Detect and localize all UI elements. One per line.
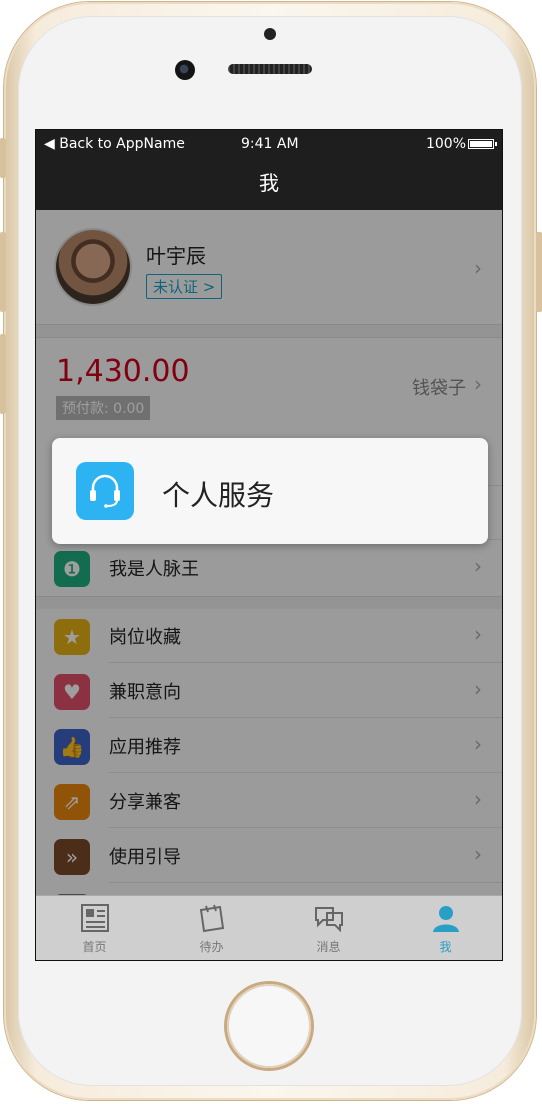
notes-icon [196, 902, 228, 934]
headset-icon [76, 462, 134, 520]
tab-label: 我 [439, 940, 452, 954]
tab-label: 消息 [316, 940, 341, 954]
news-icon [79, 902, 111, 934]
status-time: 9:41 AM [241, 136, 299, 152]
battery-percent: 100% [425, 136, 466, 152]
tab-home[interactable]: 首页 [36, 896, 153, 960]
user-icon [430, 902, 462, 934]
chat-icon [313, 902, 345, 934]
volume-up-button [0, 232, 6, 312]
dim-overlay[interactable] [36, 210, 502, 898]
mute-switch [0, 138, 6, 178]
back-label: Back to AppName [59, 136, 185, 152]
nav-bar: 我 [36, 158, 502, 210]
tab-me[interactable]: 我 [387, 896, 502, 960]
front-sensor [264, 28, 276, 40]
battery-icon [468, 139, 497, 149]
home-button[interactable] [227, 984, 311, 1068]
tab-label: 首页 [82, 940, 107, 954]
volume-down-button [0, 334, 6, 414]
tab-bar: 首页 待办 消息 我 [36, 895, 502, 960]
front-camera [175, 60, 195, 80]
earpiece-speaker [228, 64, 312, 74]
tab-messages[interactable]: 消息 [270, 896, 387, 960]
tab-label: 待办 [199, 940, 224, 954]
app-screen: ◀ Back to AppName 9:41 AM 100% 我 叶宇辰 未认证… [35, 129, 503, 961]
tab-todo[interactable]: 待办 [153, 896, 270, 960]
power-button [536, 232, 542, 312]
back-to-app-link[interactable]: ◀ Back to AppName [44, 136, 185, 152]
personal-service-popup[interactable]: 个人服务 [52, 438, 488, 544]
popup-label: 个人服务 [162, 479, 275, 512]
status-bar: ◀ Back to AppName 9:41 AM 100% [36, 130, 502, 158]
page-title: 我 [259, 171, 279, 195]
